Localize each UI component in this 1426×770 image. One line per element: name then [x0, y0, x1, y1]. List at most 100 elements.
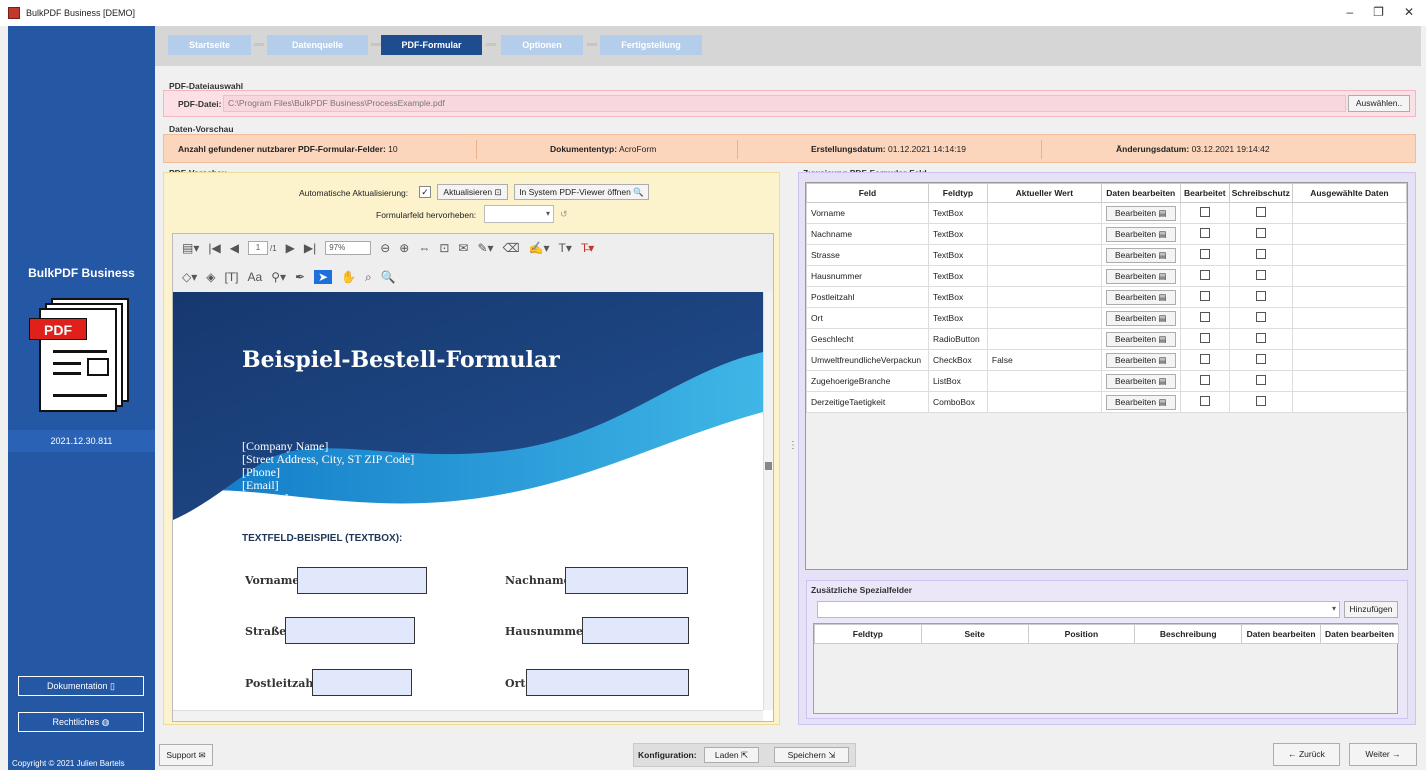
edit-data-button[interactable]: Bearbeiten ▤	[1105, 310, 1176, 326]
pdf-path-field[interactable]: C:\Program Files\BulkPDF Business\Proces…	[223, 95, 1346, 112]
edited-checkbox[interactable]	[1199, 312, 1210, 322]
edit-data-button[interactable]: Bearbeiten ▤	[1105, 394, 1176, 410]
edit-data-button[interactable]: Bearbeiten ▤	[1105, 331, 1176, 347]
signature-icon[interactable]: ✒	[295, 270, 305, 284]
edit-data-button[interactable]: Bearbeiten ▤	[1105, 226, 1176, 242]
edited-checkbox[interactable]	[1199, 375, 1210, 385]
readonly-checkbox[interactable]	[1255, 333, 1266, 343]
cell-aktueller-wert[interactable]	[986, 265, 1102, 287]
close-icon[interactable]: ✕	[1404, 5, 1414, 19]
load-config-button[interactable]: Laden ⇱	[704, 747, 759, 763]
last-page-icon[interactable]: ▶|	[304, 241, 316, 255]
table-row[interactable]: DerzeitigeTaetigkeit ComboBox Bearbeiten ▤	[806, 391, 1407, 413]
strikeout-icon[interactable]: T̶▾	[581, 241, 594, 255]
col-schreibschutz[interactable]: Schreibschutz	[1228, 183, 1293, 203]
zoom-out-icon[interactable]: ⊖	[380, 241, 390, 255]
table-row[interactable]: Hausnummer TextBox Bearbeiten ▤	[806, 265, 1407, 287]
table-row[interactable]: Geschlecht RadioButton Bearbeiten ▤	[806, 328, 1407, 350]
zoom-select[interactable]: 97%	[325, 241, 372, 255]
step-startseite[interactable]: Startseite	[168, 35, 251, 55]
col-feld[interactable]: Feld	[806, 183, 929, 203]
field-ort[interactable]	[526, 669, 689, 696]
col-daten-bearbeiten[interactable]: Daten bearbeiten	[1100, 183, 1181, 203]
shape-icon[interactable]: ◇▾	[182, 270, 197, 284]
documentation-button[interactable]: Dokumentation ▯	[18, 676, 144, 696]
readonly-checkbox[interactable]	[1255, 228, 1266, 238]
table-row[interactable]: Strasse TextBox Bearbeiten ▤	[806, 244, 1407, 266]
select-file-button[interactable]: Auswählen..	[1348, 95, 1410, 112]
edit-data-button[interactable]: Bearbeiten ▤	[1105, 268, 1176, 284]
edit-data-button[interactable]: Bearbeiten ▤	[1105, 373, 1176, 389]
readonly-checkbox[interactable]	[1255, 270, 1266, 280]
cell-ausgewaehlte-daten[interactable]	[1291, 223, 1407, 245]
highlight-field-select[interactable]: ▾	[484, 205, 554, 223]
edit-data-button[interactable]: Bearbeiten ▤	[1105, 289, 1176, 305]
splitter-handle[interactable]: ⋮	[788, 440, 798, 460]
textbox-icon[interactable]: [T]	[225, 270, 239, 284]
first-page-icon[interactable]: |◀	[208, 241, 220, 255]
save-config-button[interactable]: Speichern ⇲	[774, 747, 849, 763]
cell-ausgewaehlte-daten[interactable]	[1291, 328, 1407, 350]
col-position[interactable]: Position	[1027, 624, 1136, 644]
zoom-in-icon[interactable]: ⊕	[399, 241, 409, 255]
add-special-field-button[interactable]: Hinzufügen	[1344, 601, 1398, 618]
cell-ausgewaehlte-daten[interactable]	[1291, 265, 1407, 287]
edited-checkbox[interactable]	[1199, 291, 1210, 301]
cell-aktueller-wert[interactable]	[986, 391, 1102, 413]
edited-checkbox[interactable]	[1199, 354, 1210, 364]
horizontal-scrollbar[interactable]	[173, 710, 763, 721]
cell-ausgewaehlte-daten[interactable]	[1291, 391, 1407, 413]
edited-checkbox[interactable]	[1199, 207, 1210, 217]
readonly-checkbox[interactable]	[1255, 249, 1266, 259]
table-row[interactable]: Nachname TextBox Bearbeiten ▤	[806, 223, 1407, 245]
edit-data-button[interactable]: Bearbeiten ▤	[1105, 352, 1176, 368]
table-row[interactable]: Postleitzahl TextBox Bearbeiten ▤	[806, 286, 1407, 308]
readonly-checkbox[interactable]	[1255, 312, 1266, 322]
text-select-icon[interactable]: ⌕	[365, 270, 372, 285]
prev-page-icon[interactable]: ◀	[230, 241, 239, 255]
select-cursor-icon[interactable]: ➤	[314, 270, 333, 284]
next-page-icon[interactable]: ▶	[286, 241, 295, 255]
col-seite[interactable]: Seite	[920, 624, 1029, 644]
cell-ausgewaehlte-daten[interactable]	[1291, 307, 1407, 329]
fit-page-icon[interactable]: ⊡	[439, 241, 449, 255]
field-strasse[interactable]	[285, 617, 415, 644]
find-icon[interactable]: 🔍	[381, 270, 396, 284]
legal-button[interactable]: Rechtliches ◍	[18, 712, 144, 732]
readonly-checkbox[interactable]	[1255, 291, 1266, 301]
col-bearbeitet[interactable]: Bearbeitet	[1179, 183, 1230, 203]
open-system-viewer-button[interactable]: In System PDF-Viewer öffnen 🔍	[514, 184, 649, 200]
vertical-scrollbar[interactable]	[763, 292, 773, 710]
step-datenquelle[interactable]: Datenquelle	[267, 35, 368, 55]
col-daten-bearbeiten-2[interactable]: Daten bearbeiten	[1320, 624, 1399, 644]
pen-icon[interactable]: ✎▾	[477, 241, 493, 255]
cell-ausgewaehlte-daten[interactable]	[1291, 244, 1407, 266]
cell-aktueller-wert[interactable]	[986, 328, 1102, 350]
edited-checkbox[interactable]	[1199, 333, 1210, 343]
reset-icon[interactable]: ↺	[560, 209, 568, 220]
page-input[interactable]: 1	[247, 241, 268, 255]
readonly-checkbox[interactable]	[1255, 396, 1266, 406]
col-beschreibung[interactable]: Beschreibung	[1134, 624, 1243, 644]
edit-data-button[interactable]: Bearbeiten ▤	[1105, 205, 1176, 221]
table-row[interactable]: Vorname TextBox Bearbeiten ▤	[806, 202, 1407, 224]
cell-aktueller-wert[interactable]	[986, 286, 1102, 308]
auto-update-checkbox[interactable]: ✓	[419, 186, 431, 198]
pan-hand-icon[interactable]: ✋	[341, 270, 356, 284]
cell-ausgewaehlte-daten[interactable]	[1291, 202, 1407, 224]
refresh-button[interactable]: Aktualisieren ⊡	[437, 184, 508, 200]
readonly-checkbox[interactable]	[1255, 375, 1266, 385]
table-row[interactable]: Ort TextBox Bearbeiten ▤	[806, 307, 1407, 329]
readonly-checkbox[interactable]	[1255, 207, 1266, 217]
cell-aktueller-wert[interactable]	[986, 370, 1102, 392]
edited-checkbox[interactable]	[1199, 270, 1210, 280]
col-feldtyp[interactable]: Feldtyp	[814, 624, 922, 644]
maximize-icon[interactable]: ❐	[1373, 5, 1384, 19]
back-button[interactable]: ← Zurück	[1273, 743, 1340, 766]
cell-ausgewaehlte-daten[interactable]	[1291, 349, 1407, 371]
highlighter-icon[interactable]: ✍▾	[529, 241, 550, 255]
readonly-checkbox[interactable]	[1255, 354, 1266, 364]
col-feldtyp[interactable]: Feldtyp	[927, 183, 988, 203]
cell-ausgewaehlte-daten[interactable]	[1291, 370, 1407, 392]
field-postleitzahl[interactable]	[312, 669, 412, 696]
